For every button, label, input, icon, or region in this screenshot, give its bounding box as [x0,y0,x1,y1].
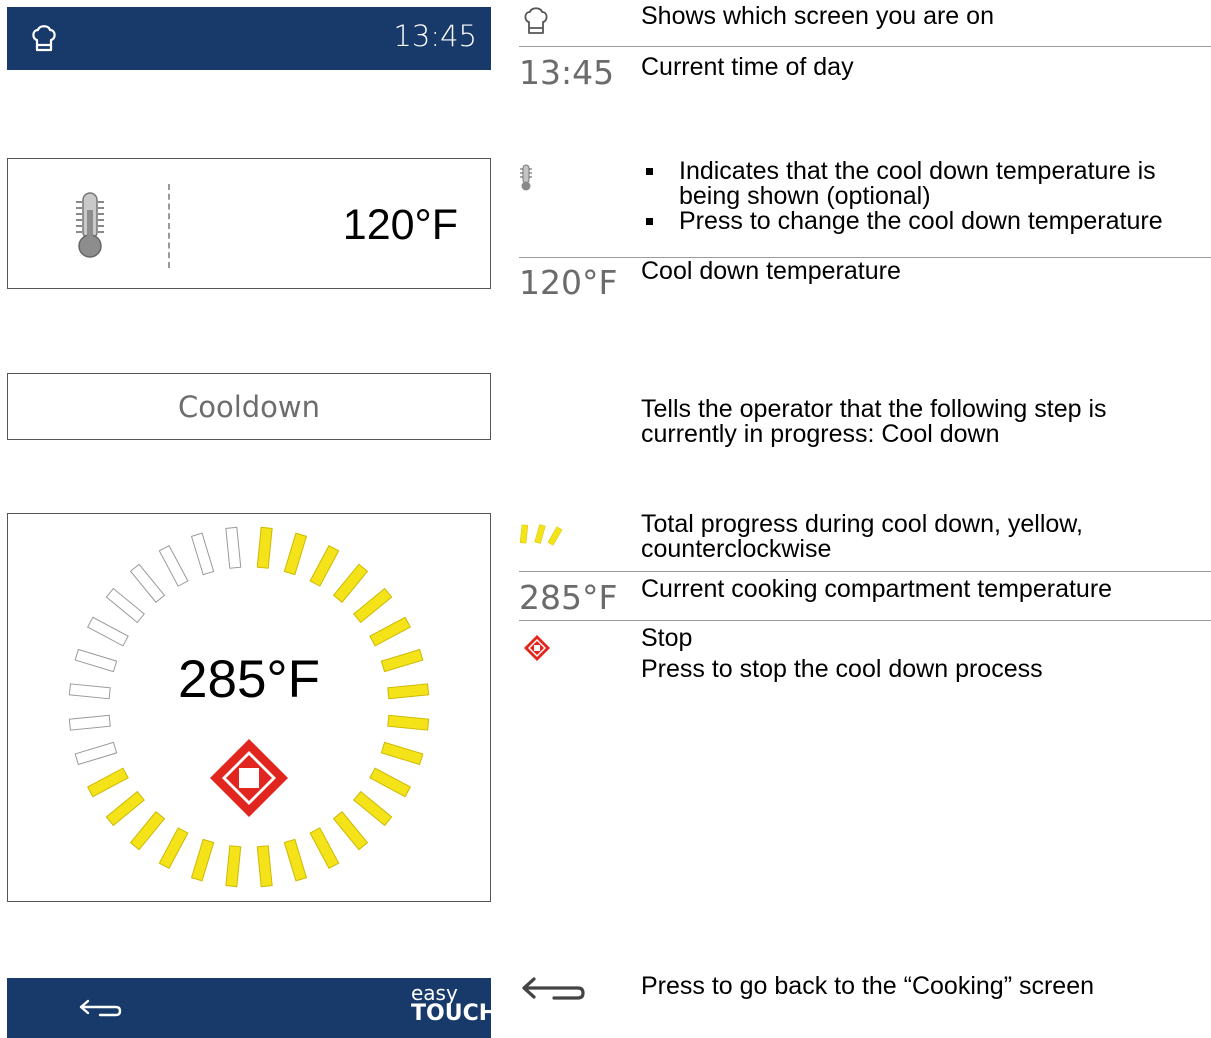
back-arrow-icon [522,977,585,1000]
progress-segment-done [353,790,393,827]
panel-divider [168,184,170,268]
logo-touch: TOUCH [411,1001,498,1026]
time-description: Current time of day [641,53,854,81]
header-bar: 13:45 [7,7,491,70]
progress-segment-done [387,714,430,731]
step-description: Tells the operator that the following st… [641,395,1107,448]
footer-bar: easy TOUCH [7,978,498,1038]
step-banner: Cooldown [7,373,491,440]
screen-description: Shows which screen you are on [641,2,994,30]
progress-segments-icon [519,524,563,546]
progress-segment-pending [74,741,118,766]
progress-description: Total progress during cool down, yellow,… [641,510,1083,563]
progress-segment-done [86,767,129,798]
progress-segment-pending [68,714,111,731]
stop-text: Press to stop the cool down process [641,655,1043,683]
compartment-description: Current cooking compartment temperature [641,575,1113,603]
progress-segment-pending [105,587,145,624]
progress-segment-pending [129,563,166,603]
chef-hat-icon [524,7,548,34]
progress-segment-done [256,526,273,569]
cooldown-temp-value: 120°F [342,201,458,249]
easytouch-logo: easy TOUCH [411,981,498,1026]
progress-segment-done [256,845,273,888]
stop-diamond-icon [524,635,550,661]
progress-segment-done [332,563,369,603]
progress-segment-done [105,790,145,827]
cooldown-temp-panel[interactable]: 120°F [7,158,491,289]
progress-segment-done [283,838,308,882]
compartment-legend-icon: 285°F [519,578,618,617]
progress-segment-pending [86,616,129,647]
thermometer-bullet: Indicates that the cool down temperature… [643,159,1208,209]
progress-segment-done [369,767,412,798]
logo-easy: easy [411,981,458,1005]
divider [519,620,1211,621]
progress-segment-done [380,741,424,766]
time-legend-icon: 13:45 [519,53,615,92]
clock-time: 13:45 [393,19,477,53]
stop-diamond-icon[interactable] [208,737,290,819]
progress-segment-done [353,587,393,624]
step-label: Cooldown [177,390,321,424]
progress-segment-pending [190,532,215,576]
thermometer-icon [520,164,532,191]
chef-hat-icon[interactable] [31,24,57,52]
back-description: Press to go back to the “Cooking” screen [641,972,1095,1000]
progress-segment-pending [225,526,242,569]
thermometer-description: Indicates that the cool down temperature… [643,159,1208,234]
compartment-temperature: 285°F [178,650,320,709]
progress-segment-done [309,544,340,587]
progress-segment-done [369,616,412,647]
progress-segment-done [190,838,215,882]
stop-description: Stop Press to stop the cool down process [641,626,1043,682]
progress-segment-done [158,827,189,870]
thermometer-bullet: Press to change the cool down temperatur… [643,209,1208,234]
cooldown-legend-icon: 120°F [519,263,618,302]
progress-segment-done [332,811,369,851]
progress-segment-done [283,532,308,576]
progress-dial-panel: 285°F [7,513,491,902]
divider [519,571,1211,572]
stop-title: Stop [641,624,693,652]
back-arrow-icon[interactable] [78,999,122,1019]
cooldown-description: Cool down temperature [641,257,901,285]
divider [519,46,1211,47]
progress-segment-done [129,811,166,851]
thermometer-icon[interactable] [72,190,108,260]
progress-segment-pending [158,544,189,587]
progress-segment-done [225,845,242,888]
progress-segment-done [309,827,340,870]
